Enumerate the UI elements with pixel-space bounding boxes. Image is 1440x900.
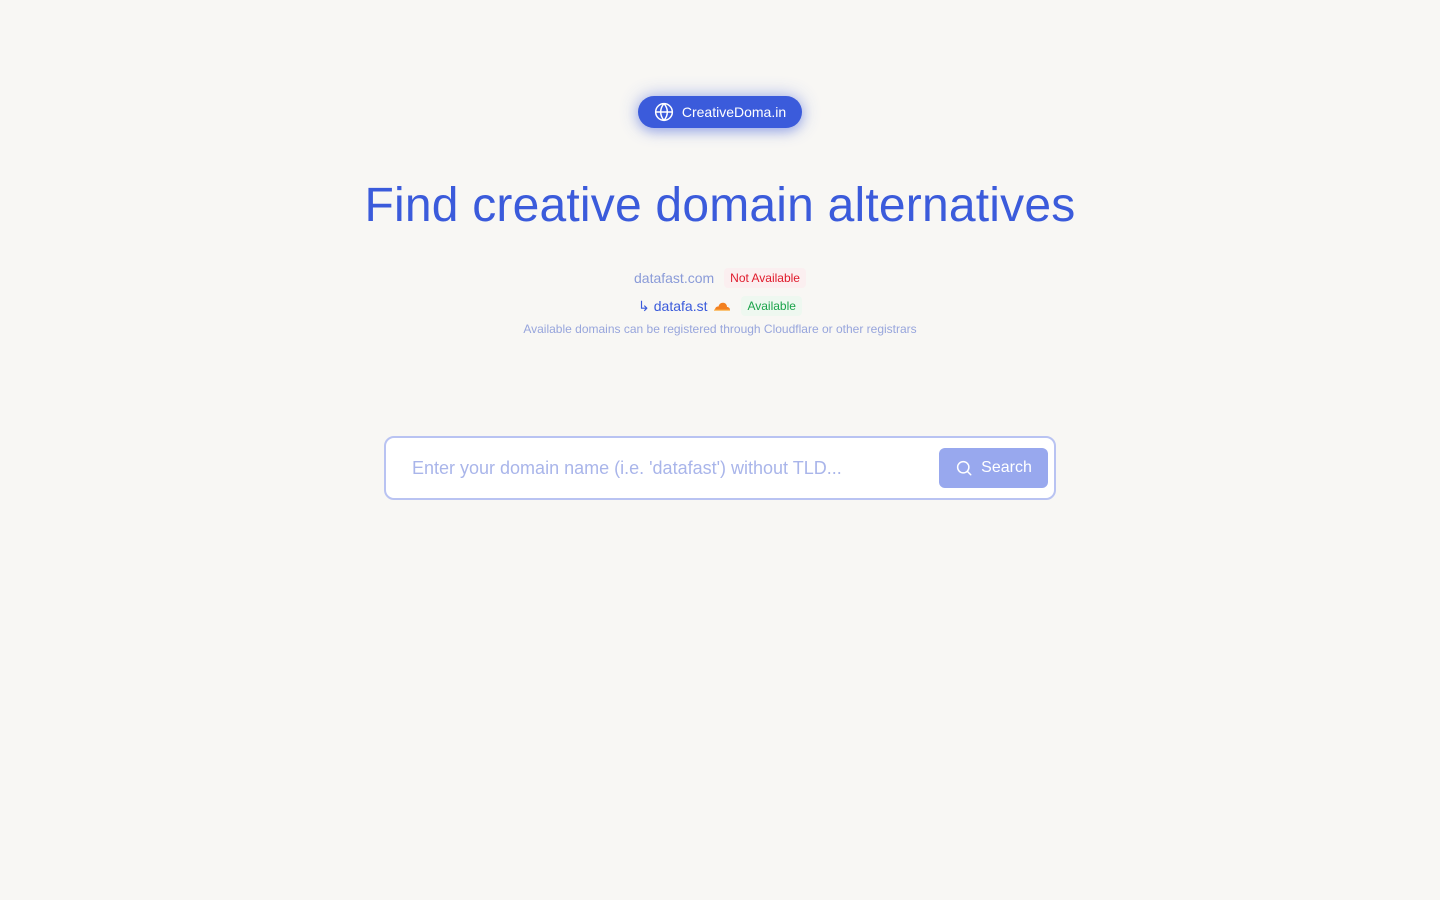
- domain-search-input[interactable]: [410, 447, 939, 489]
- example-original-domain: datafast.com: [634, 270, 715, 286]
- return-arrow-icon: ↳: [638, 297, 650, 314]
- example-result: datafast.com Not Available ↳ datafa.st A…: [0, 266, 1440, 336]
- cloudflare-icon: [713, 300, 731, 312]
- search-button[interactable]: Search: [939, 448, 1048, 488]
- page: CreativeDoma.in Find creative domain alt…: [0, 0, 1440, 900]
- example-alternative: ↳ datafa.st: [638, 298, 731, 315]
- brand-name: CreativeDoma.in: [681, 104, 787, 120]
- example-original-row: datafast.com Not Available: [0, 266, 1440, 290]
- globe-icon: [654, 102, 674, 122]
- search-bar: Search: [384, 436, 1056, 500]
- search-button-label: Search: [981, 459, 1032, 476]
- example-alternative-row: ↳ datafa.st Available: [0, 294, 1440, 318]
- page-title: Find creative domain alternatives: [364, 179, 1076, 232]
- brand-logo-button[interactable]: CreativeDoma.in: [638, 96, 802, 128]
- search-icon: [955, 459, 973, 477]
- example-alternative-domain: datafa.st: [653, 298, 708, 314]
- registrar-note: Available domains can be registered thro…: [523, 322, 917, 336]
- status-badge-available: Available: [741, 296, 802, 316]
- status-badge-unavailable: Not Available: [724, 268, 806, 288]
